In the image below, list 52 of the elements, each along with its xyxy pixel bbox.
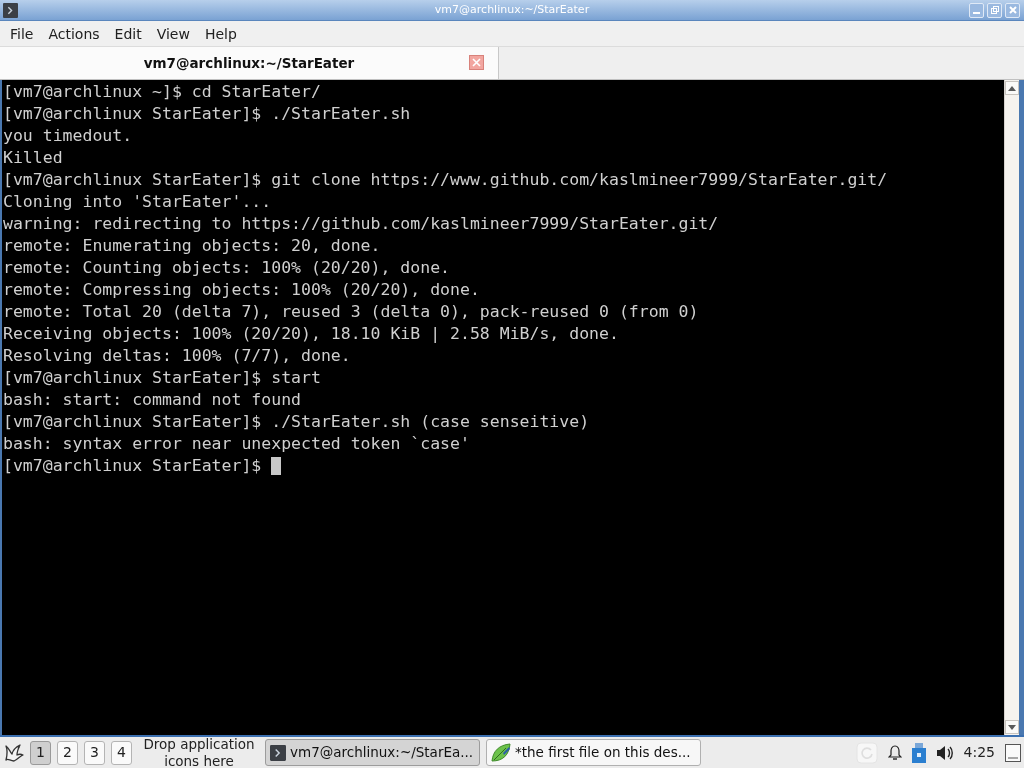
terminal-line: bash: start: command not found (3, 389, 301, 411)
minimize-icon (973, 11, 980, 14)
menu-item[interactable]: Actions (42, 23, 106, 44)
terminal-line: remote: Total 20 (delta 7), reused 3 (delta 0), pack-reused 0 (from 0) (3, 301, 699, 323)
scroll-down-button[interactable] (1005, 720, 1019, 734)
caret-up-icon (1008, 85, 1016, 91)
terminal-line: Receiving objects: 100% (20/20), 18.10 KiB | 2.58 MiB/s, done. (3, 323, 619, 345)
close-icon (472, 58, 481, 67)
desktop-switcher-button[interactable]: 2 (57, 740, 78, 765)
launcher-hint: Drop application icons here (142, 735, 256, 768)
terminal-line: Resolving deltas: 100% (7/7), done. (3, 345, 351, 367)
tab-close-button[interactable] (469, 55, 484, 70)
terminal-line: remote: Enumerating objects: 20, done. (3, 235, 381, 257)
terminal-line: remote: Counting objects: 100% (20/20), done. (3, 257, 451, 279)
leaf-pen-icon (491, 742, 511, 763)
volume-icon[interactable] (935, 744, 954, 761)
terminal-icon (3, 2, 18, 18)
scroll-up-button[interactable] (1005, 81, 1019, 95)
terminal-line: you timedout. (3, 125, 133, 147)
terminal-line: [vm7@archlinux StarEater]$ ./StarEater.sh (3, 103, 411, 125)
clock[interactable]: 4:25 (963, 742, 995, 763)
terminal-line: Cloning into 'StarEater'... (3, 191, 272, 213)
desktop-switcher-button[interactable]: 3 (84, 740, 105, 765)
menu-item[interactable]: View (150, 23, 196, 44)
terminal-line: warning: redirecting to https://github.com/kaslmineer7999/StarEater.git/ (3, 213, 719, 235)
terminal-icon (270, 744, 286, 761)
terminal-line: bash: syntax error near unexpected token `case' (3, 433, 470, 455)
menu-item[interactable]: File (4, 23, 40, 44)
show-desktop-icon[interactable] (1005, 743, 1021, 762)
terminal-line: [vm7@archlinux ~]$ cd StarEater/ (3, 81, 321, 103)
terminal-cursor-icon (271, 457, 282, 475)
terminal-line: [vm7@archlinux StarEater]$ git clone https://www.github.com/kaslmineer7999/StarEater.git/ (3, 169, 888, 191)
terminal-line: remote: Compressing objects: 100% (20/20), done. (3, 279, 480, 301)
terminal-line: [vm7@archlinux StarEater]$ (3, 455, 262, 477)
removable-drive-icon[interactable] (911, 742, 926, 763)
tab-title: vm7@archlinux:~/StarEater (143, 53, 355, 73)
menu-item[interactable]: Help (198, 23, 243, 44)
window-title: vm7@archlinux:~/StarEater (434, 1, 590, 18)
close-icon (1008, 6, 1017, 14)
terminal-line: Killed (3, 147, 63, 169)
taskbar-window-button[interactable]: vm7@archlinux:~/StarEa... (265, 739, 480, 766)
menu-item[interactable]: Edit (108, 23, 148, 44)
desktop-switcher-button[interactable]: 4 (111, 740, 132, 765)
caret-down-icon (1008, 724, 1016, 730)
terminal-tab[interactable]: vm7@archlinux:~/StarEater (0, 47, 499, 79)
terminal-line: [vm7@archlinux StarEater]$ ./StarEater.sh (case senseitive) (3, 411, 590, 433)
notification-bell-icon[interactable] (887, 744, 902, 761)
terminal-line: [vm7@archlinux StarEater]$ start (3, 367, 321, 389)
vertical-scrollbar[interactable] (1004, 80, 1019, 735)
restore-icon (990, 6, 999, 14)
taskbar-window-button[interactable]: *the first file on this des... (486, 739, 701, 766)
desktop-switcher-button[interactable]: 1 (30, 740, 51, 765)
